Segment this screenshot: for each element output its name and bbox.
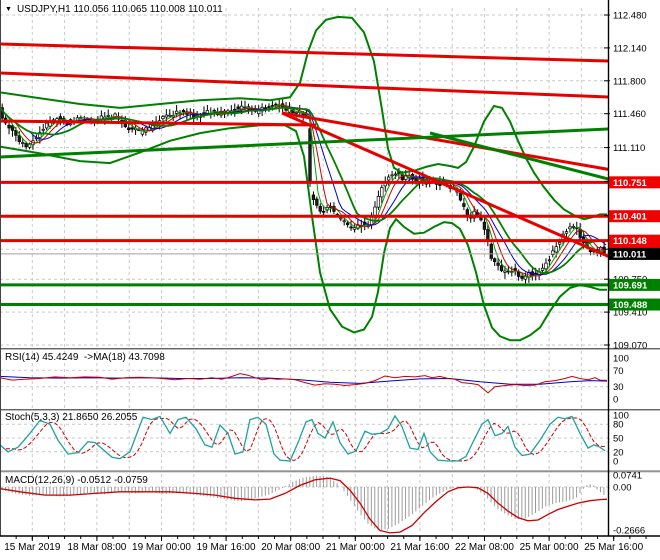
rsi-pane: [0, 373, 608, 394]
symbol-dropdown-icon[interactable]: ▼: [5, 6, 12, 13]
price-axis: 112.480112.140111.800111.460111.110109.7…: [604, 11, 660, 536]
rsi-indicator-label: RSI(14) 45.4249 ->MA(18) 43.7098: [5, 352, 165, 363]
candle-body: [345, 222, 350, 225]
candle-body: [17, 135, 21, 142]
candle-body: [499, 265, 504, 272]
candle-body: [540, 267, 545, 271]
candle-body: [352, 227, 357, 230]
candle-body: [493, 258, 497, 262]
candle-body: [205, 110, 210, 114]
candle-body: [462, 203, 466, 207]
candle-body: [106, 115, 110, 117]
candle-body: [564, 231, 569, 234]
support-price-chip-label: 109.488: [613, 300, 647, 311]
resistance-price-chip-label: 110.751: [613, 178, 648, 189]
candle-body: [349, 226, 353, 229]
candle-body: [520, 275, 524, 279]
candle-body: [554, 246, 558, 253]
time-axis: 15 Mar 2019 18 Mar 08:00 19 Mar 00:00 19 Ma…: [0, 538, 660, 560]
candle-body: [390, 174, 394, 177]
candle-body: [387, 176, 391, 181]
candle-body: [294, 112, 298, 114]
candle-body: [263, 107, 268, 110]
price-tick-label: 111.110: [613, 143, 645, 154]
rsi-line: [0, 373, 608, 394]
candle-body: [7, 124, 11, 129]
candle-body: [130, 127, 134, 130]
candle-body: [267, 106, 271, 108]
price-tick-label: 112.480: [613, 11, 647, 22]
candle-body: [516, 271, 521, 277]
stoch-scale-label: 50: [613, 434, 624, 445]
candle-body: [24, 143, 28, 148]
candle-body: [571, 226, 575, 228]
candle-body: [311, 194, 316, 200]
candle-body: [393, 173, 398, 176]
symbol-ohlc-text: USDJPY,H1 110.056 110.065 110.008 110.01…: [16, 4, 223, 15]
candle-body: [274, 103, 278, 106]
candle-body: [496, 262, 500, 266]
main-pane: [0, 15, 612, 342]
rsi-ma-line: [0, 375, 608, 385]
chart-window: 112.480112.140111.800111.460111.110109.7…: [0, 0, 660, 560]
resistance-price-chip-label: 110.401: [613, 212, 648, 223]
candle-body: [547, 259, 552, 262]
candle-body: [380, 187, 384, 198]
support-price-chip-label: 109.691: [613, 280, 648, 291]
candlesticks: [0, 99, 606, 284]
candle-body: [339, 217, 343, 220]
bb-lower-line: [0, 124, 607, 342]
candle-body: [45, 122, 49, 129]
current-price-chip-label: 110.011: [613, 249, 647, 260]
candle-body: [174, 110, 179, 114]
macd-indicator-label: MACD(12,26,9) -0.0512 -0.0759: [5, 475, 148, 486]
candle-body: [315, 198, 319, 206]
macd-scale-label: 0.00: [613, 483, 632, 494]
candle-body: [308, 128, 312, 184]
candle-body: [164, 114, 169, 118]
candle-body: [127, 127, 131, 130]
candle-body: [322, 210, 326, 213]
macd-scale-label: 0.0741: [613, 471, 642, 482]
candle-body: [236, 106, 240, 110]
candle-body: [503, 270, 507, 273]
price-tick-label: 109.070: [613, 341, 647, 352]
candle-body: [181, 110, 186, 113]
rsi-scale-label: 100: [613, 354, 629, 365]
price-tick-label: 111.460: [613, 109, 646, 120]
rsi-scale-label: 70: [613, 366, 624, 377]
candle-body: [41, 128, 45, 131]
candle-body: [318, 206, 322, 212]
candle-body: [21, 142, 25, 144]
candle-body: [482, 221, 487, 230]
macd-scale-label: -0.2666: [613, 525, 645, 536]
price-tick-label: 112.140: [613, 43, 647, 54]
trend-line[interactable]: [281, 111, 612, 258]
rsi-scale-label: 30: [613, 382, 624, 393]
candle-body: [376, 195, 381, 208]
candle-body: [168, 114, 172, 117]
candle-body: [458, 192, 463, 201]
candle-body: [544, 262, 548, 270]
candle-body: [558, 242, 562, 245]
ma-fast-line: [0, 104, 607, 279]
candle-body: [342, 220, 346, 223]
candle-body: [489, 243, 493, 259]
stoch-scale-label: 80: [613, 420, 624, 431]
candle-body: [99, 115, 104, 120]
stoch-scale-label: 0: [613, 457, 618, 468]
candle-body: [568, 226, 572, 230]
trend-line[interactable]: [429, 131, 612, 181]
stoch-indicator-label: Stoch(5,3,3) 21.8650 26.2055: [5, 412, 138, 423]
price-tick-label: 111.800: [613, 76, 646, 87]
candle-body: [161, 116, 165, 119]
macd-signal-line: [0, 477, 608, 534]
symbol-ohlc-header: ▼ USDJPY,H1 110.056 110.065 110.008 110.0…: [5, 4, 223, 15]
time-label: 25 Mar 16:00: [584, 542, 644, 553]
rsi-scale-label: 0: [613, 395, 618, 406]
candle-body: [486, 229, 490, 242]
